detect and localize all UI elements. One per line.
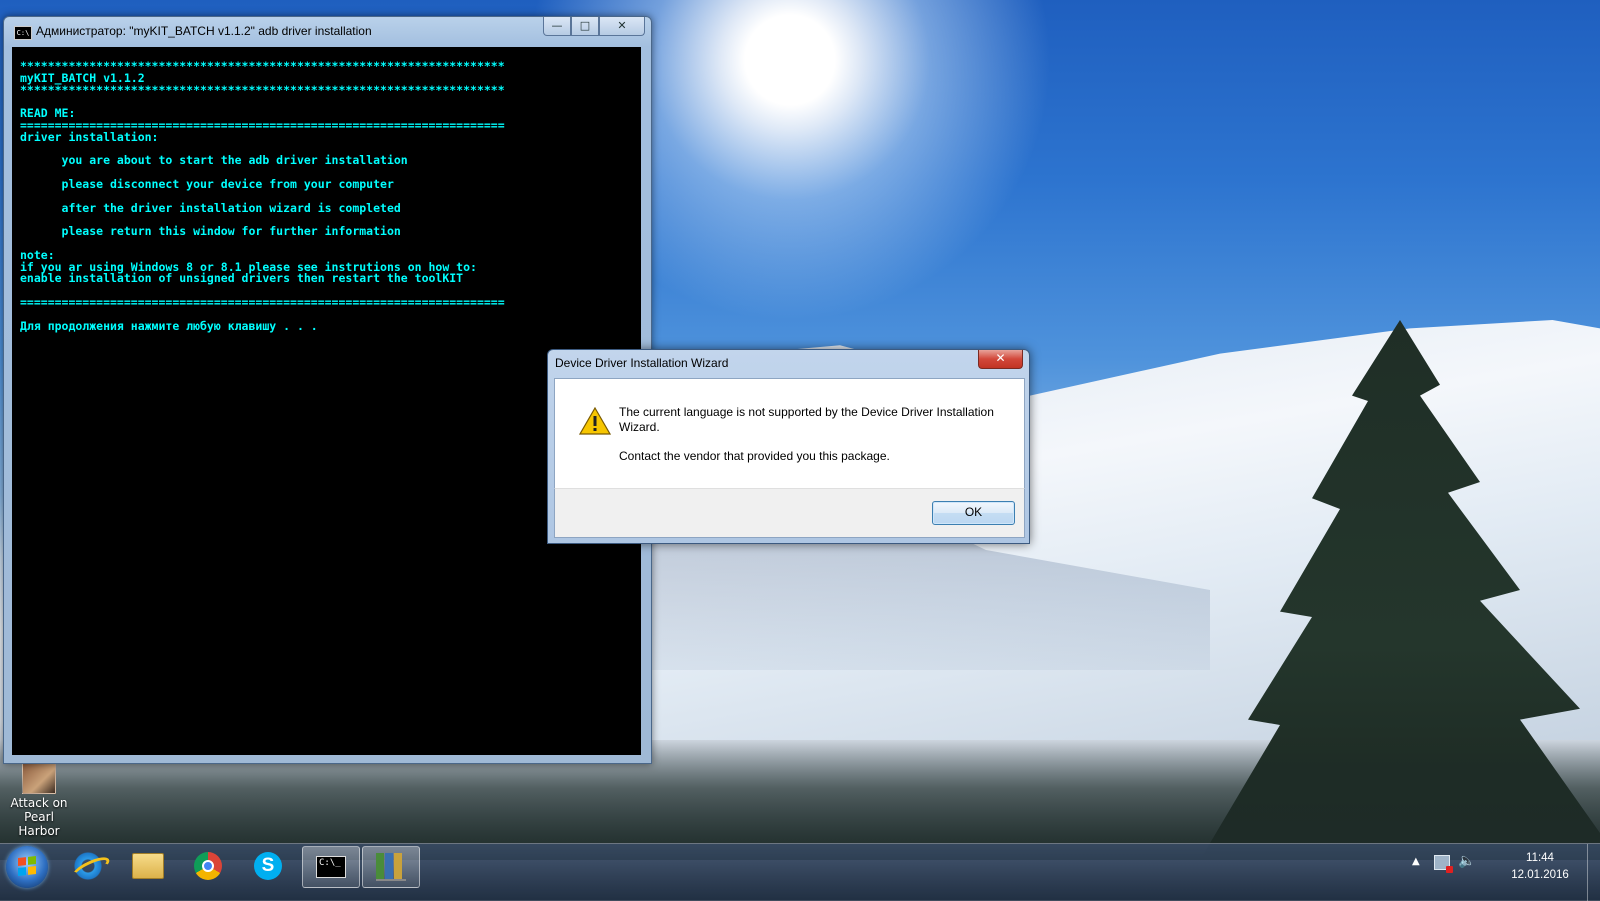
- shortcut-thumbnail-icon: [22, 762, 56, 794]
- clock-time: 11:44: [1526, 852, 1554, 864]
- shortcut-label-line1: Attack on: [10, 796, 68, 810]
- dialog-footer: OK: [554, 488, 1025, 538]
- dialog-message-secondary: Contact the vendor that provided you thi…: [619, 449, 890, 463]
- internet-explorer-icon: [74, 852, 102, 880]
- folder-icon: [132, 853, 164, 879]
- driver-wizard-dialog[interactable]: Device Driver Installation Wizard ✕ The …: [547, 349, 1030, 544]
- taskbar-driver-installer[interactable]: [362, 846, 420, 888]
- system-tray: ▲ 🔈 11:44 12.01.2016: [1400, 844, 1600, 901]
- close-button[interactable]: ✕: [599, 17, 645, 36]
- network-icon[interactable]: [1434, 855, 1453, 873]
- console-output: ****************************************…: [20, 59, 505, 333]
- taskbar-skype[interactable]: S: [240, 846, 296, 886]
- taskbar: S C:\_ ▲ 🔈 11:44 12.01.2016: [0, 843, 1600, 901]
- clock-date: 12.01.2016: [1511, 869, 1569, 881]
- dialog-message-primary: The current language is not supported by…: [619, 405, 994, 434]
- warning-icon: [579, 407, 611, 435]
- maximize-button[interactable]: □: [571, 17, 599, 36]
- dialog-title: Device Driver Installation Wizard: [555, 356, 729, 370]
- console-titlebar[interactable]: C:\ Администратор: "myKIT_BATCH v1.1.2" …: [4, 17, 651, 47]
- shortcut-label-line2: Pearl Harbor: [18, 810, 60, 838]
- start-button[interactable]: [6, 846, 48, 888]
- windows-logo-icon: [18, 856, 36, 876]
- show-desktop-button[interactable]: [1587, 844, 1600, 901]
- dialog-body: The current language is not supported by…: [554, 378, 1025, 488]
- cmd-icon: C:\_: [316, 856, 346, 878]
- clock[interactable]: 11:44 12.01.2016: [1505, 850, 1575, 884]
- volume-icon[interactable]: 🔈: [1458, 853, 1475, 869]
- taskbar-command-prompt[interactable]: C:\_: [302, 846, 360, 888]
- show-hidden-icons-chevron[interactable]: ▲: [1412, 856, 1420, 867]
- cmd-icon: C:\: [14, 26, 32, 40]
- chrome-icon: [194, 852, 222, 880]
- console-title: Администратор: "myKIT_BATCH v1.1.2" adb …: [36, 24, 372, 38]
- desktop-shortcut-pearl-harbor[interactable]: Attack on Pearl Harbor: [4, 762, 74, 838]
- books-icon: [376, 853, 406, 881]
- skype-icon: S: [254, 852, 282, 880]
- ok-button[interactable]: OK: [932, 501, 1015, 525]
- console-window-controls: — □ ✕: [543, 17, 645, 36]
- taskbar-internet-explorer[interactable]: [60, 846, 116, 886]
- taskbar-windows-explorer[interactable]: [120, 846, 176, 886]
- minimize-button[interactable]: —: [543, 17, 571, 36]
- dialog-close-button[interactable]: ✕: [978, 350, 1023, 369]
- taskbar-google-chrome[interactable]: [180, 846, 236, 886]
